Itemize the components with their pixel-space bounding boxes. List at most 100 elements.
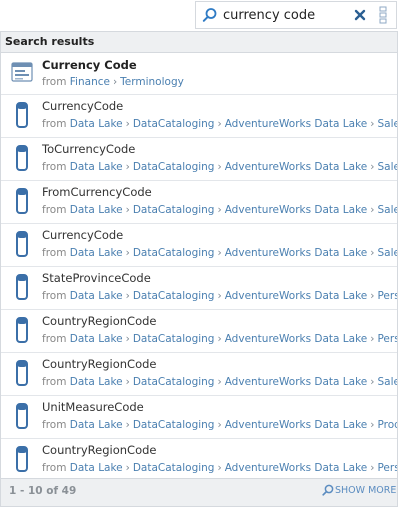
result-row[interactable]: FromCurrencyCode from Data Lake › DataCata… — [1, 181, 397, 224]
search-results-header: Search results — [1, 32, 397, 53]
breadcrumb-link[interactable]: DataCataloging — [133, 161, 215, 173]
result-row[interactable]: CountryRegionCode from Data Lake › DataCat… — [1, 439, 397, 482]
search-input[interactable] — [223, 5, 343, 25]
breadcrumb-link[interactable]: DataCataloging — [133, 118, 215, 130]
result-title: CountryRegionCode — [42, 357, 157, 371]
column-icon — [16, 446, 28, 472]
vertical-more-icon[interactable] — [376, 5, 390, 25]
breadcrumb-link[interactable]: AdventureWorks Data Lake — [225, 290, 368, 302]
breadcrumb-link[interactable]: Sales — [377, 118, 397, 130]
show-more-button[interactable]: SHOW MORE — [322, 484, 396, 496]
result-path: from Data Lake › DataCataloging › AdventureW… — [42, 462, 397, 474]
result-path: from Data Lake › DataCataloging › AdventureW… — [42, 161, 397, 173]
breadcrumb-link[interactable]: DataCataloging — [133, 462, 215, 474]
breadcrumb-link[interactable]: AdventureWorks Data Lake — [225, 161, 368, 173]
chevron-right-icon: › — [112, 76, 118, 88]
breadcrumb-link[interactable]: Terminology — [120, 76, 184, 88]
chevron-right-icon: › — [125, 376, 130, 388]
result-title: CurrencyCode — [42, 228, 124, 242]
search-icon — [202, 7, 218, 23]
close-icon[interactable] — [353, 7, 367, 21]
chevron-right-icon: › — [370, 419, 375, 431]
path-prefix: from — [42, 376, 67, 388]
breadcrumb-link[interactable]: AdventureWorks Data Lake — [225, 462, 368, 474]
pagination-count: 1 - 10 of 49 — [9, 485, 77, 497]
result-row[interactable]: ToCurrencyCode from Data Lake › DataCatalo… — [1, 138, 397, 181]
chevron-right-icon: › — [217, 204, 222, 216]
breadcrumb-link[interactable]: AdventureWorks Data Lake — [225, 247, 368, 259]
chevron-right-icon: › — [370, 118, 375, 130]
breadcrumb-link[interactable]: Sales — [377, 204, 397, 216]
column-icon — [16, 403, 28, 429]
result-row[interactable]: CountryRegionCode from Data Lake › DataCat… — [1, 310, 397, 353]
column-icon — [11, 403, 33, 433]
column-icon — [16, 317, 28, 343]
breadcrumb-link[interactable]: DataCataloging — [133, 333, 215, 345]
path-prefix: from — [42, 247, 67, 259]
breadcrumb-link[interactable]: Sales — [377, 161, 397, 173]
result-row[interactable]: UnitMeasureCode from Data Lake › DataCatal… — [1, 396, 397, 439]
column-icon — [11, 231, 33, 261]
top-bar — [0, 0, 400, 31]
breadcrumb-link[interactable]: Data Lake — [70, 247, 123, 259]
column-icon — [11, 102, 33, 132]
result-path: from Finance › Terminology — [42, 76, 184, 88]
show-more-label: SHOW MORE — [335, 485, 397, 496]
breadcrumb-link[interactable]: DataCataloging — [133, 204, 215, 216]
column-icon — [16, 102, 28, 128]
breadcrumb-link[interactable]: Data Lake — [70, 161, 123, 173]
chevron-right-icon: › — [125, 462, 130, 474]
breadcrumb-link[interactable]: DataCataloging — [133, 376, 215, 388]
column-icon — [11, 446, 33, 476]
breadcrumb-link[interactable]: Data Lake — [70, 118, 123, 130]
breadcrumb-link[interactable]: Data Lake — [70, 290, 123, 302]
breadcrumb-link[interactable]: DataCataloging — [133, 290, 215, 302]
breadcrumb-link[interactable]: Data Lake — [70, 333, 123, 345]
breadcrumb-link[interactable]: Data Lake — [70, 462, 123, 474]
breadcrumb-link[interactable]: AdventureWorks Data Lake — [225, 204, 368, 216]
breadcrumb-link[interactable]: DataCataloging — [133, 247, 215, 259]
chevron-right-icon: › — [217, 462, 222, 474]
breadcrumb-link[interactable]: AdventureWorks Data Lake — [225, 118, 368, 130]
breadcrumb-link[interactable]: Data Lake — [70, 204, 123, 216]
chevron-right-icon: › — [370, 376, 375, 388]
business-term-icon — [11, 62, 33, 82]
column-icon — [16, 231, 28, 257]
breadcrumb-link[interactable]: Production — [377, 419, 397, 431]
result-row[interactable]: StateProvinceCode from Data Lake › DataCat… — [1, 267, 397, 310]
path-prefix: from — [42, 462, 67, 474]
path-prefix: from — [42, 204, 67, 216]
chevron-right-icon: › — [217, 419, 222, 431]
breadcrumb-link[interactable]: Data Lake — [70, 419, 123, 431]
breadcrumb-link[interactable]: Sales — [377, 376, 397, 388]
result-row[interactable]: CurrencyCode from Data Lake › DataCatalogi… — [1, 95, 397, 138]
breadcrumb-link[interactable]: AdventureWorks Data Lake — [225, 419, 368, 431]
result-title: UnitMeasureCode — [42, 400, 144, 414]
search-results-panel: Search results Currency Code from Financ… — [0, 31, 398, 507]
column-icon — [16, 188, 28, 214]
search-icon — [322, 484, 334, 496]
breadcrumb-link[interactable]: Data Lake — [70, 376, 123, 388]
breadcrumb-link[interactable]: Finance — [70, 76, 110, 88]
breadcrumb-link[interactable]: AdventureWorks Data Lake — [225, 376, 368, 388]
result-row[interactable]: CountryRegionCode from Data Lake › DataCat… — [1, 353, 397, 396]
chevron-right-icon: › — [125, 161, 130, 173]
result-path: from Data Lake › DataCataloging › AdventureW… — [42, 290, 397, 302]
breadcrumb-link[interactable]: AdventureWorks Data Lake — [225, 333, 368, 345]
column-icon — [16, 145, 28, 171]
chevron-right-icon: › — [125, 204, 130, 216]
result-title: StateProvinceCode — [42, 271, 151, 285]
chevron-right-icon: › — [217, 161, 222, 173]
result-path: from Data Lake › DataCataloging › AdventureW… — [42, 419, 397, 431]
result-row[interactable]: Currency Code from Finance › Terminology — [1, 53, 397, 95]
breadcrumb-link[interactable]: Person — [377, 462, 397, 474]
breadcrumb-link[interactable]: Person — [377, 290, 397, 302]
path-prefix: from — [42, 290, 67, 302]
chevron-right-icon: › — [125, 419, 130, 431]
column-icon — [16, 274, 28, 300]
search-box[interactable] — [195, 1, 397, 29]
breadcrumb-link[interactable]: Sales — [377, 247, 397, 259]
breadcrumb-link[interactable]: Person — [377, 333, 397, 345]
result-row[interactable]: CurrencyCode from Data Lake › DataCatalogi… — [1, 224, 397, 267]
breadcrumb-link[interactable]: DataCataloging — [133, 419, 215, 431]
